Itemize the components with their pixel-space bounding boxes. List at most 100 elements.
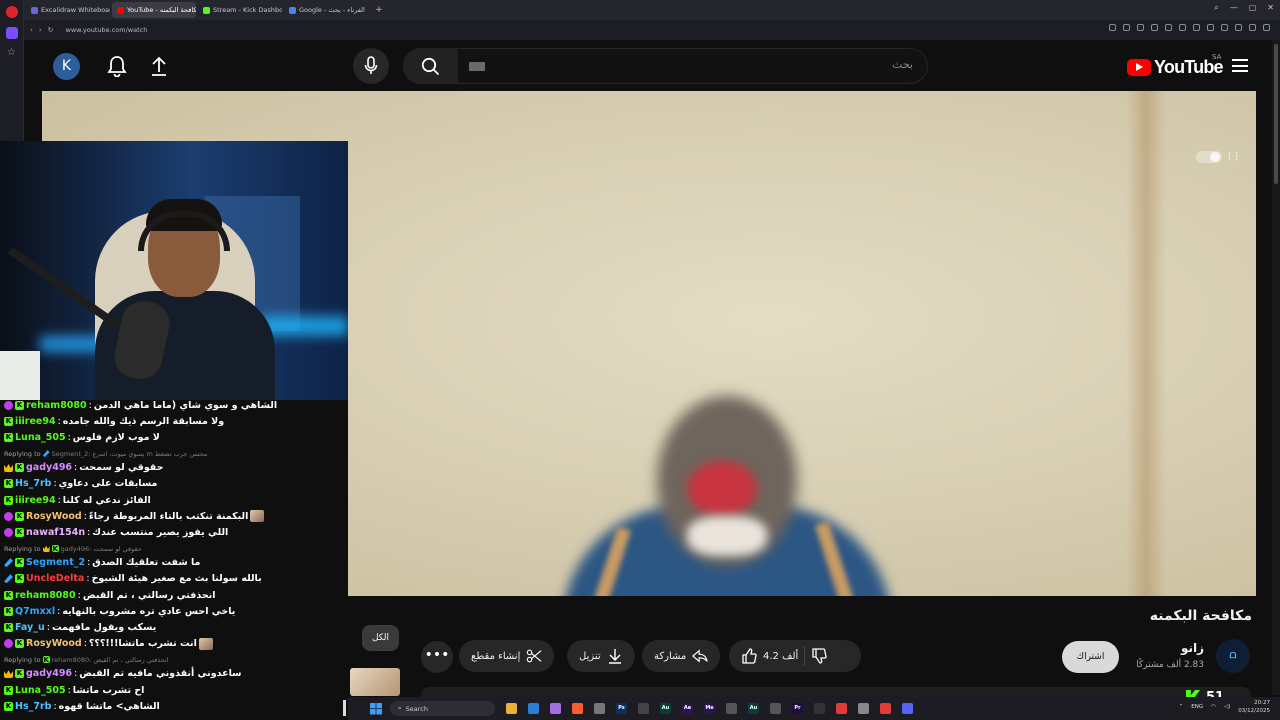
star-icon[interactable]: ☆	[7, 47, 16, 58]
chat-username[interactable]: reham8080	[26, 400, 87, 411]
share-button[interactable]: مشاركة	[642, 640, 721, 672]
chat-username[interactable]: gady496	[26, 668, 72, 679]
browser-tab[interactable]: Stream - Kick Dashboard	[198, 2, 282, 18]
chat-username[interactable]: gady496:	[61, 545, 92, 553]
tray-chevron-icon[interactable]: ⌃	[1179, 704, 1184, 710]
description-box[interactable]	[421, 687, 1251, 697]
notifications-icon[interactable]	[104, 53, 130, 79]
chat-username[interactable]: gady496	[26, 462, 72, 473]
upload-icon[interactable]	[146, 53, 172, 79]
menu-icon[interactable]	[1232, 59, 1248, 72]
youtube-logo[interactable]: YouTube	[1127, 55, 1224, 79]
taskbar-app-icon[interactable]	[594, 703, 605, 714]
scrollbar-thumb[interactable]	[1274, 44, 1278, 184]
close-icon[interactable]: ✕	[1267, 3, 1274, 13]
extension-icon[interactable]	[1235, 24, 1242, 31]
taskbar-app-icon[interactable]: Ps	[616, 703, 627, 714]
taskbar-app-icon[interactable]: Au	[660, 703, 671, 714]
browser-tab[interactable]: Excalidraw Whiteboard	[26, 2, 110, 18]
chat-username[interactable]: RosyWood	[26, 638, 82, 649]
maximize-icon[interactable]: ▢	[1249, 3, 1257, 13]
channel-avatar[interactable]: ᗝ	[1216, 639, 1250, 673]
taskbar-app-icon[interactable]	[506, 703, 517, 714]
home-icon[interactable]	[6, 27, 18, 39]
like-icon[interactable]	[741, 648, 757, 664]
dislike-icon[interactable]	[811, 648, 827, 664]
chat-username[interactable]: RosyWood	[26, 511, 82, 522]
chat-username[interactable]: Luna_505	[15, 432, 66, 443]
chat-username[interactable]: reham8080:	[52, 656, 92, 664]
url-field[interactable]: www.youtube.com/watch	[66, 26, 148, 34]
extension-icon[interactable]	[1221, 24, 1228, 31]
search-box[interactable]: بحث	[403, 48, 928, 84]
browser-tab[interactable]: Google - الفرناء - بحث	[284, 2, 368, 18]
chat-username[interactable]: Fay_u	[15, 622, 45, 633]
autoplay-toggle[interactable]	[1196, 151, 1223, 163]
download-button[interactable]: تنزيل	[567, 640, 635, 672]
search-input[interactable]: بحث	[892, 58, 913, 71]
chat-username[interactable]: Luna_505	[15, 685, 66, 696]
chat-username[interactable]: nawaf154n	[26, 527, 85, 538]
clip-button[interactable]: إنشاء مقطع	[459, 640, 555, 672]
account-avatar[interactable]: K	[53, 53, 80, 80]
taskbar-app-icon[interactable]	[814, 703, 825, 714]
taskbar-app-icon[interactable]	[858, 703, 869, 714]
chat-username[interactable]: Hs_7rb	[15, 478, 51, 489]
opera-logo-icon[interactable]	[6, 6, 18, 18]
chat-username[interactable]: reham8080	[15, 590, 76, 601]
taskbar-app-icon[interactable]: Ae	[682, 703, 693, 714]
taskbar-app-icon[interactable]: Pr	[792, 703, 803, 714]
chat-username[interactable]: UncleDelta	[26, 573, 84, 584]
extension-icon[interactable]	[1137, 24, 1144, 31]
extension-icon[interactable]	[1249, 24, 1256, 31]
recommended-thumbnail[interactable]	[350, 668, 400, 696]
taskbar-app-icon[interactable]	[528, 703, 539, 714]
extension-icon[interactable]	[1151, 24, 1158, 31]
volume-icon[interactable]: ◁)	[1224, 704, 1230, 710]
chip-all[interactable]: الكل	[362, 625, 399, 651]
wifi-icon[interactable]: ◠	[1211, 704, 1216, 710]
page-scrollbar[interactable]	[1272, 40, 1280, 695]
extension-icon[interactable]	[1207, 24, 1214, 31]
taskbar-app-icon[interactable]	[572, 703, 583, 714]
taskbar-app-icon[interactable]	[770, 703, 781, 714]
minimize-icon[interactable]: —	[1230, 3, 1238, 13]
taskbar-app-icon[interactable]	[638, 703, 649, 714]
clock[interactable]: 20:27 03/12/2025	[1238, 699, 1270, 715]
voice-search-button[interactable]	[353, 48, 389, 84]
reload-icon[interactable]: ↻	[48, 26, 54, 34]
taskbar-search[interactable]: ⌕ Search	[390, 701, 495, 716]
chat-username[interactable]: Q7mxxl	[15, 606, 55, 617]
like-count[interactable]: 4.2 ألف	[763, 651, 798, 662]
taskbar-app-icon[interactable]: Au	[748, 703, 759, 714]
captions-icon[interactable]: [·]	[1228, 152, 1238, 162]
chat-username[interactable]: Hs_7rb	[15, 701, 51, 712]
subscribe-button[interactable]: اشتراك	[1062, 641, 1119, 673]
windows-start-icon[interactable]	[370, 702, 382, 715]
channel-name[interactable]: زانو	[1181, 641, 1204, 655]
chat-username[interactable]: Segment_2	[26, 557, 85, 568]
back-icon[interactable]: ‹	[30, 26, 33, 34]
taskbar-app-icon[interactable]	[880, 703, 891, 714]
taskbar-app-icon[interactable]: Me	[704, 703, 715, 714]
new-tab-button[interactable]: +	[372, 3, 386, 17]
browser-tab[interactable]: YouTube - مكافحة البكمنه	[112, 2, 196, 18]
chat-username[interactable]: Segment_2:	[52, 450, 91, 458]
more-actions-button[interactable]: •••	[421, 641, 453, 673]
keyboard-icon[interactable]	[469, 62, 485, 71]
extension-icon[interactable]	[1263, 24, 1270, 31]
chat-username[interactable]: iiiree94	[15, 416, 56, 427]
search-tabs-icon[interactable]: ⌕	[1214, 3, 1218, 13]
extension-icon[interactable]	[1123, 24, 1130, 31]
extension-icon[interactable]	[1193, 24, 1200, 31]
extension-icon[interactable]	[1179, 24, 1186, 31]
taskbar-app-icon[interactable]	[836, 703, 847, 714]
taskbar-app-icon[interactable]	[550, 703, 561, 714]
extension-icon[interactable]	[1165, 24, 1172, 31]
search-button[interactable]	[403, 48, 458, 84]
language-indicator[interactable]: ENG	[1191, 704, 1203, 710]
extension-icon[interactable]	[1109, 24, 1116, 31]
chat-username[interactable]: iiiree94	[15, 495, 56, 506]
forward-icon[interactable]: ›	[39, 26, 42, 34]
taskbar-app-icon[interactable]	[902, 703, 913, 714]
